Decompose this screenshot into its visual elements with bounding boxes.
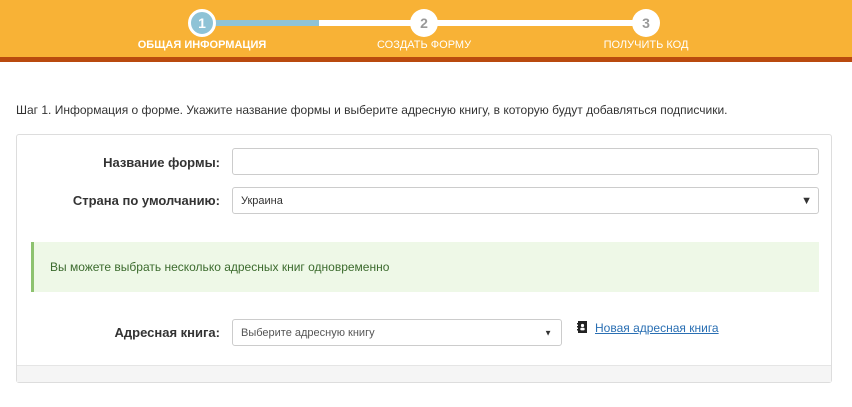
step-2-circle[interactable]: 2	[410, 9, 438, 37]
form-name-input[interactable]	[232, 148, 819, 175]
step-2-label[interactable]: СОЗДАТЬ ФОРМУ	[377, 39, 471, 51]
dropdown-caret-icon: ▼	[544, 328, 552, 337]
address-book-select[interactable]: Выберите адресную книгу ▼	[232, 319, 562, 346]
wizard-header: 1 2 3 ОБЩАЯ ИНФОРМАЦИЯ СОЗДАТЬ ФОРМУ ПОЛ…	[0, 0, 852, 62]
step-1-circle[interactable]: 1	[188, 9, 216, 37]
step-intro-text: Шаг 1. Информация о форме. Укажите назва…	[16, 103, 728, 117]
wizard-bottom-border	[0, 57, 852, 62]
address-book-placeholder: Выберите адресную книгу	[241, 326, 375, 339]
address-book-label: Адресная книга:	[114, 325, 220, 340]
form-panel: Название формы: Страна по умолчанию: Укр…	[16, 134, 832, 383]
default-country-label: Страна по умолчанию:	[72, 193, 220, 208]
default-country-value: Украина	[241, 194, 283, 207]
dropdown-arrow-icon: ▼	[801, 194, 812, 207]
default-country-select[interactable]: Украина ▼	[232, 187, 819, 214]
form-name-label: Название формы:	[103, 155, 220, 170]
wizard-track-2	[424, 20, 646, 26]
new-address-book-link[interactable]: Новая адресная книга	[595, 321, 719, 335]
step-1-label[interactable]: ОБЩАЯ ИНФОРМАЦИЯ	[138, 39, 267, 51]
wizard-progress-fill	[202, 20, 319, 26]
info-alert: Вы можете выбрать несколько адресных кни…	[31, 242, 819, 292]
step-3-circle[interactable]: 3	[632, 9, 660, 37]
address-book-icon[interactable]	[577, 321, 587, 333]
step-3-label[interactable]: ПОЛУЧИТЬ КОД	[604, 39, 689, 51]
panel-footer	[17, 365, 831, 382]
